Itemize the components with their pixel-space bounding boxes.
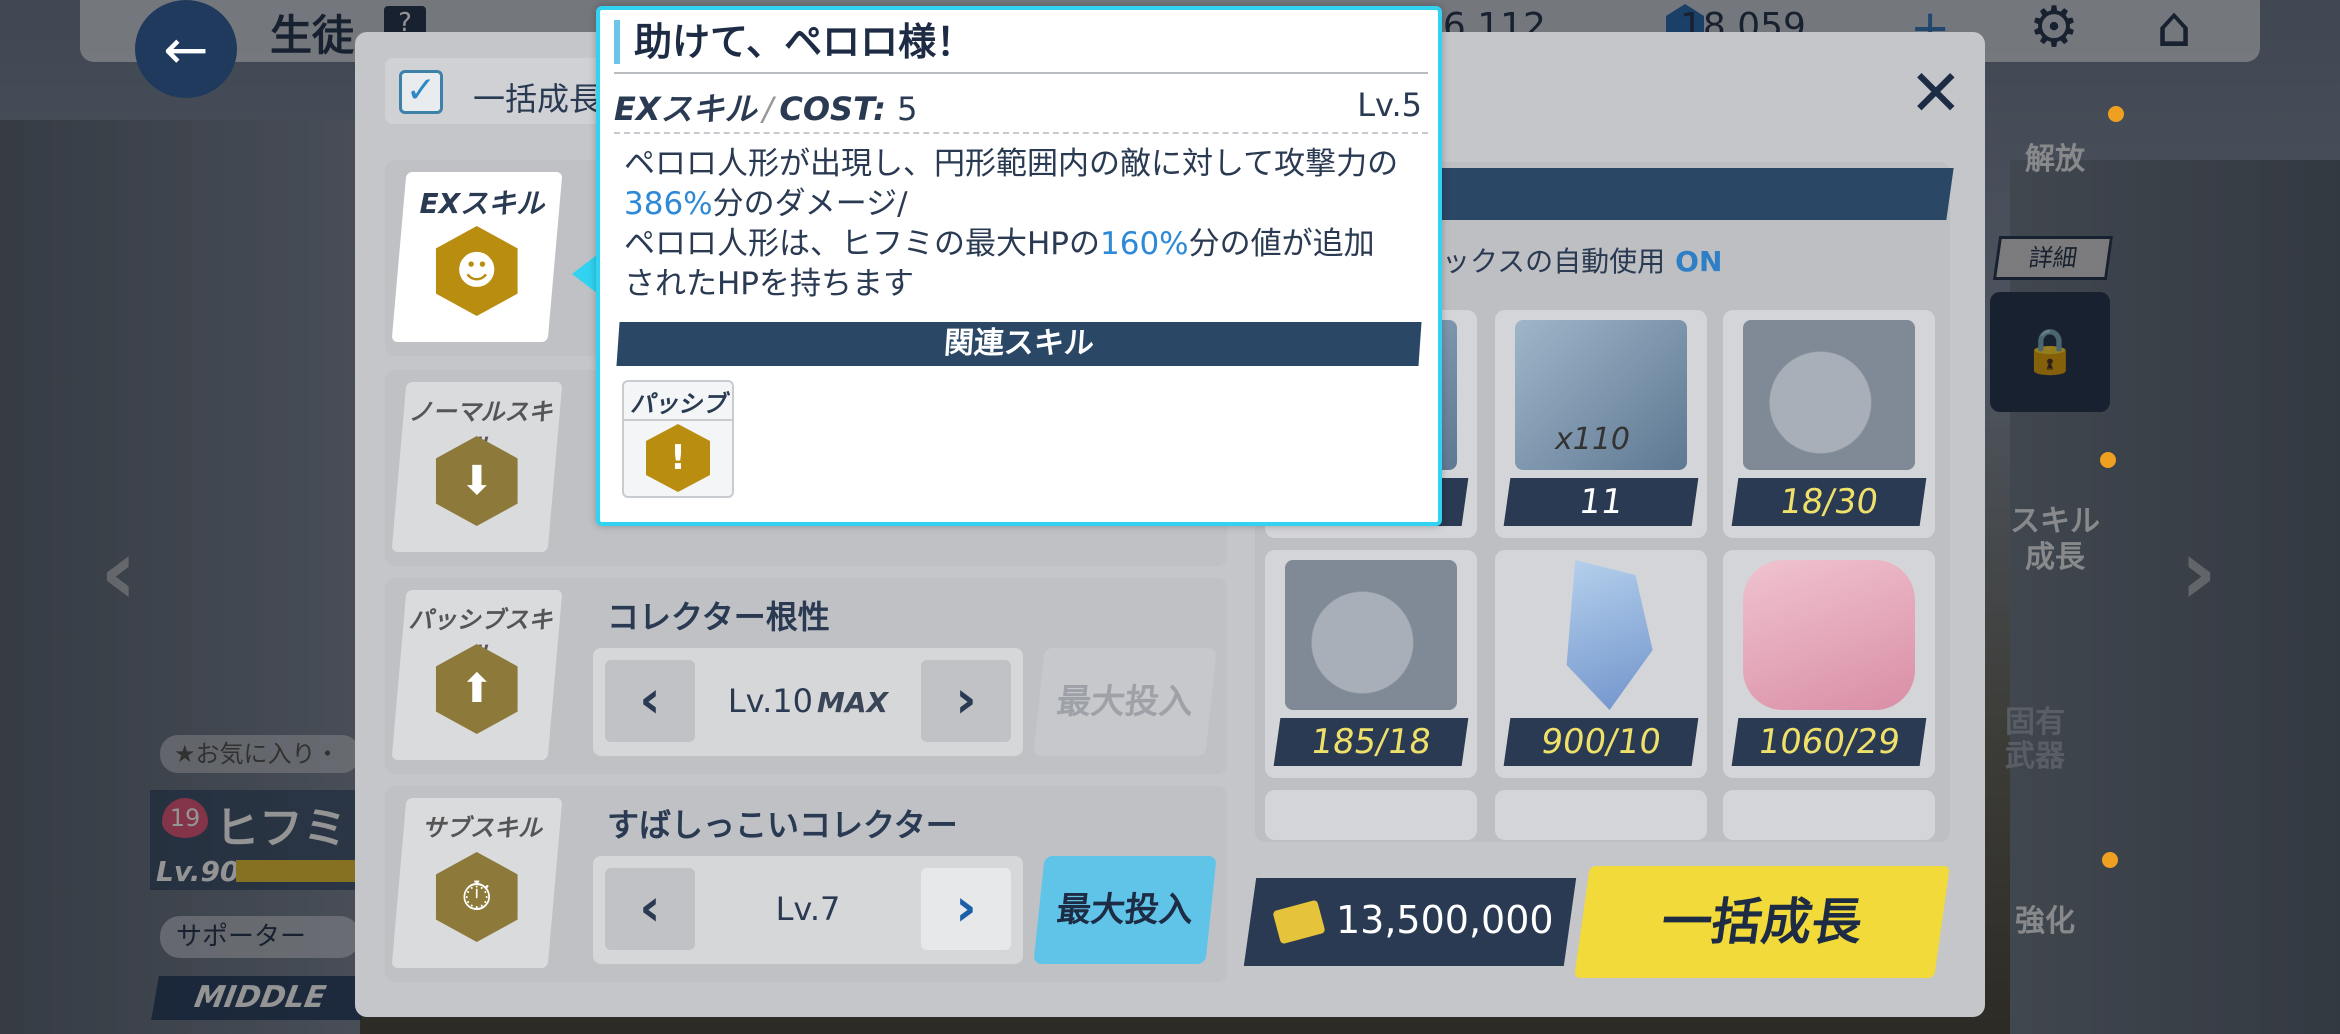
tooltip-title: 助けて、ペロロ様！ (614, 20, 974, 64)
material-disc-image (1743, 320, 1915, 470)
tooltip-divider (614, 72, 1428, 74)
skill-type: EXスキル (614, 90, 757, 128)
material-item-partial[interactable] (1265, 790, 1477, 840)
skill-card-ex[interactable]: EXスキル ☻ (391, 172, 563, 342)
level-increase-button[interactable]: › (921, 868, 1011, 950)
material-candy-image (1743, 560, 1915, 710)
description-line: されたHPを持ちます (624, 266, 915, 302)
material-item[interactable]: x110 11 (1495, 310, 1707, 538)
max-invest-button[interactable]: 最大投入 (1033, 856, 1217, 964)
material-item[interactable]: 18/30 (1723, 310, 1935, 538)
notification-dot (2100, 452, 2116, 468)
tooltip-skill-type: EXスキル / COST: 5 (614, 84, 917, 130)
level-decrease-button[interactable]: ‹ (605, 868, 695, 950)
credit-cost-value: 13,500,000 (1336, 898, 1554, 942)
related-skill-label: パッシブ (624, 384, 732, 421)
damage-percent: 386% (624, 186, 713, 222)
notification-dot (2102, 852, 2118, 868)
max-badge: MAX (817, 686, 889, 719)
material-required-qty: x110 (1555, 422, 1631, 457)
auto-use-label: ックスの自動使用 (1442, 245, 1666, 278)
cost-label: COST: (779, 90, 886, 128)
material-item[interactable]: 1060/29 (1723, 550, 1935, 778)
separator: / (762, 90, 774, 128)
auto-use-state: ON (1675, 245, 1723, 278)
material-count: 18/30 (1731, 478, 1927, 526)
material-item[interactable]: 185/18 (1265, 550, 1477, 778)
tooltip-skill-level: Lv.5 (1357, 86, 1422, 124)
close-button[interactable]: ✕ (1909, 62, 1963, 126)
skill-card-passive[interactable]: パッシブスキル ⬆ (391, 590, 563, 760)
description-line: ペロロ人形が出現し、円形範囲内の敵に対して攻撃力の (624, 146, 1399, 182)
related-skills-header: 関連スキル (616, 322, 1422, 366)
tooltip-pointer (572, 254, 598, 294)
material-count: 900/10 (1503, 718, 1699, 766)
level-stepper: ‹ Lv.10 MAX › (593, 648, 1023, 756)
skill-card-sub[interactable]: サブスキル ⏱ (391, 798, 563, 968)
skill-row-sub: サブスキル ⏱ すばしっこいコレクター ‹ Lv.7 › 最大投入 (385, 786, 1227, 982)
skill-type-label: EXスキル (419, 187, 545, 220)
sub-skill-icon: ⏱ (436, 852, 518, 942)
notification-dot (2108, 106, 2124, 122)
skill-row-passive: パッシブスキル ⬆ コレクター根性 ‹ Lv.10 MAX › 最大投入 (385, 578, 1227, 774)
skill-card-normal[interactable]: ノーマルスキル ⬇ (391, 382, 563, 552)
bulk-growth-label: 一括成長 (473, 80, 602, 118)
level-stepper: ‹ Lv.7 › (593, 856, 1023, 964)
material-count: 185/18 (1273, 718, 1469, 766)
material-item-partial[interactable] (1723, 790, 1935, 840)
tooltip-description: ペロロ人形が出現し、円形範囲内の敵に対して攻撃力の 386%分のダメージ/ ペロ… (624, 144, 1424, 304)
description-text: ペロロ人形は、ヒフミの最大HPの (624, 226, 1101, 262)
description-text: 分の値が追加 (1188, 226, 1375, 262)
skill-name: すばしっこいコレクター (607, 806, 958, 844)
skill-level-value: Lv.10 MAX (697, 682, 919, 720)
tooltip-dashed-divider (614, 132, 1428, 134)
bulk-growth-button[interactable]: 一括成長 (1574, 866, 1950, 978)
back-button[interactable]: ← (135, 0, 237, 98)
skill-tooltip: 助けて、ペロロ様！ EXスキル / COST: 5 Lv.5 ペロロ人形が出現し、円… (596, 6, 1442, 526)
skill-name: コレクター根性 (607, 598, 830, 636)
skill-level: Lv.10 (727, 682, 814, 720)
description-text: 分のダメージ/ (712, 186, 908, 222)
related-passive-skill-card[interactable]: パッシブ ! (622, 380, 734, 498)
skill-level-value: Lv.7 (775, 890, 841, 928)
level-decrease-button[interactable]: ‹ (605, 660, 695, 742)
description-line: ペロロ人形は、ヒフミの最大HPの160%分の値が追加 (624, 224, 1424, 264)
level-increase-button[interactable]: › (921, 660, 1011, 742)
cost-value: 5 (897, 90, 918, 128)
max-invest-button[interactable]: 最大投入 (1033, 648, 1217, 756)
material-disc-image (1285, 560, 1457, 710)
auto-use-setting[interactable]: ックスの自動使用 ON (1442, 240, 1722, 280)
description-line: 386%分のダメージ/ (624, 184, 1424, 224)
checkbox-icon[interactable]: ✓ (399, 70, 443, 114)
skill-type-label: サブスキル (422, 814, 543, 842)
materials-header-bar (1426, 168, 1954, 220)
material-count: 11 (1503, 478, 1699, 526)
passive-skill-icon: ! (646, 424, 710, 492)
back-arrow-icon: ← (163, 17, 209, 81)
material-crystal-image (1566, 560, 1653, 710)
material-item-partial[interactable] (1495, 790, 1707, 840)
ex-skill-icon: ☻ (436, 226, 518, 316)
material-count: 1060/29 (1731, 718, 1927, 766)
material-item[interactable]: 900/10 (1495, 550, 1707, 778)
hp-percent: 160% (1100, 226, 1189, 262)
